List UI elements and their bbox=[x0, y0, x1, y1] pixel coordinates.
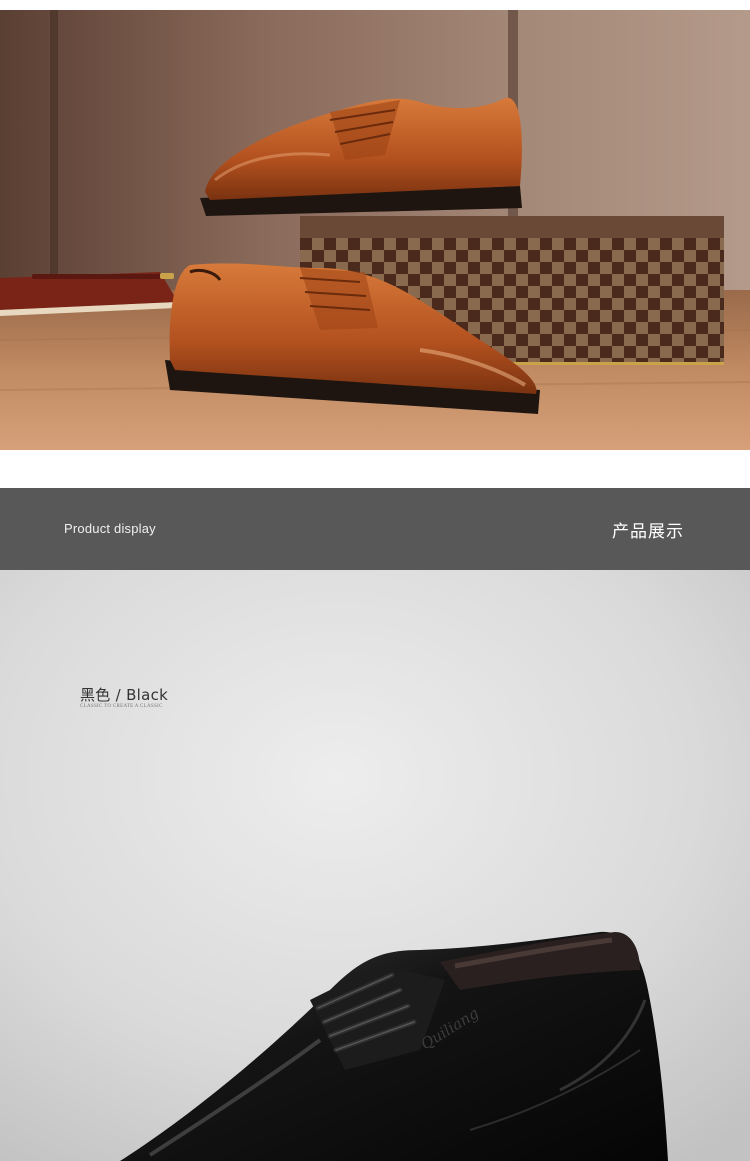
banner-label-cn: 产品展示 bbox=[612, 522, 684, 542]
product-detail-page: Product display 产品展示 Quiliang 黑色 / Black… bbox=[0, 0, 750, 1161]
product-display-banner: Product display 产品展示 bbox=[0, 488, 750, 570]
product-photo-black-shoe: Quiliang bbox=[0, 570, 750, 1161]
banner-label-en: Product display bbox=[64, 521, 156, 536]
color-variant-tagline: CLASSIC TO CREATE A CLASSIC bbox=[80, 704, 163, 709]
hero-photo-brown-shoes bbox=[0, 10, 750, 450]
color-variant-title: 黑色 / Black bbox=[80, 686, 169, 704]
